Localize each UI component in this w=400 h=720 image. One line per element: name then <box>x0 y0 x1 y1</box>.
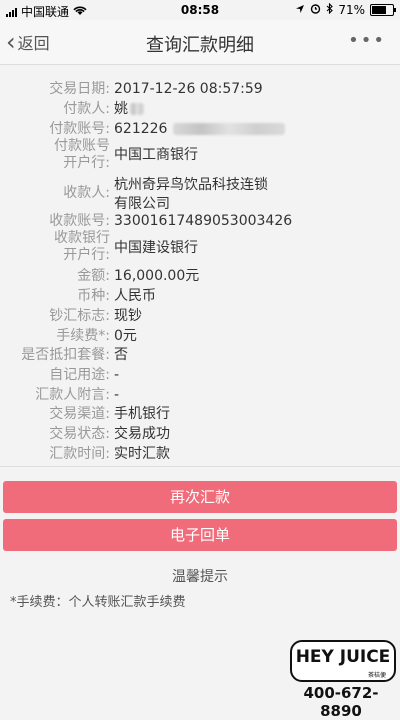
detail-value: 中国工商银行 <box>114 147 198 163</box>
e-receipt-button[interactable]: 电子回单 <box>3 519 397 551</box>
tips-text: *手续费：个人转账汇款手续费 <box>10 595 186 610</box>
detail-label: 收款银行 开户行: <box>54 230 110 263</box>
redacted-account <box>173 123 286 135</box>
more-options-icon[interactable]: ••• <box>348 30 386 51</box>
detail-value: 中国建设银行 <box>114 240 198 256</box>
detail-value: 姚 <box>114 100 144 118</box>
detail-label: 收款人: <box>63 185 110 201</box>
tips-title: 温馨提示 <box>172 569 228 585</box>
detail-value: - <box>114 367 120 383</box>
bluetooth-icon <box>326 2 334 17</box>
location-icon <box>295 3 305 17</box>
detail-value: 人民币 <box>114 288 156 304</box>
transaction-details: 交易日期: 2017-12-26 08:57:59 付款人: 姚 付款账号: 6… <box>0 70 400 467</box>
detail-label: 汇款时间: <box>49 446 110 462</box>
detail-label: 交易渠道: <box>49 406 110 422</box>
status-bar: 中国联通 08:58 71% <box>0 0 400 20</box>
detail-label: 自记用途: <box>49 367 110 383</box>
detail-label: 付款账号 开户行: <box>54 138 110 171</box>
heyjuice-logo: HEY JUICE 茶桔便 <box>290 640 396 682</box>
detail-label: 金额: <box>77 268 110 284</box>
detail-value: 0元 <box>114 328 137 344</box>
detail-value: 2017-12-26 08:57:59 <box>114 81 263 97</box>
detail-label: 付款账号: <box>49 121 110 137</box>
detail-label: 币种: <box>77 288 110 304</box>
divider <box>0 466 400 467</box>
detail-value: 16,000.00元 <box>114 268 200 284</box>
detail-value: 现钞 <box>114 308 142 324</box>
page-title: 查询汇款明细 <box>146 35 254 56</box>
detail-label: 汇款人附言: <box>35 387 110 403</box>
remit-again-button[interactable]: 再次汇款 <box>3 481 397 513</box>
watermark: HEY JUICE 茶桔便 400-672-8890 <box>286 640 396 720</box>
detail-value: 交易成功 <box>114 426 170 442</box>
redacted-name <box>130 103 144 115</box>
detail-value: 杭州奇异鸟饮品科技连锁 有限公司 <box>114 177 268 212</box>
detail-label: 手续费*: <box>56 328 110 344</box>
detail-value: 621226 <box>114 120 286 138</box>
battery-percent: 71% <box>338 3 365 17</box>
detail-value: 33001617489053003426 <box>114 213 293 229</box>
detail-label: 钞汇标志: <box>49 308 110 324</box>
detail-label: 是否抵扣套餐: <box>21 347 110 363</box>
detail-value: 手机银行 <box>114 406 170 422</box>
alarm-icon <box>310 3 321 17</box>
watermark-phone: 400-672-8890 <box>303 684 379 720</box>
detail-label: 交易状态: <box>49 426 110 442</box>
detail-value: 否 <box>114 347 128 363</box>
detail-label: 付款人: <box>63 101 110 117</box>
detail-label: 收款账号: <box>49 213 110 229</box>
battery-icon <box>370 4 396 16</box>
detail-value: 实时汇款 <box>114 446 170 462</box>
detail-value: - <box>114 387 120 403</box>
detail-label: 交易日期: <box>49 81 110 97</box>
nav-bar: ‹ 返回 查询汇款明细 ••• <box>0 20 400 65</box>
